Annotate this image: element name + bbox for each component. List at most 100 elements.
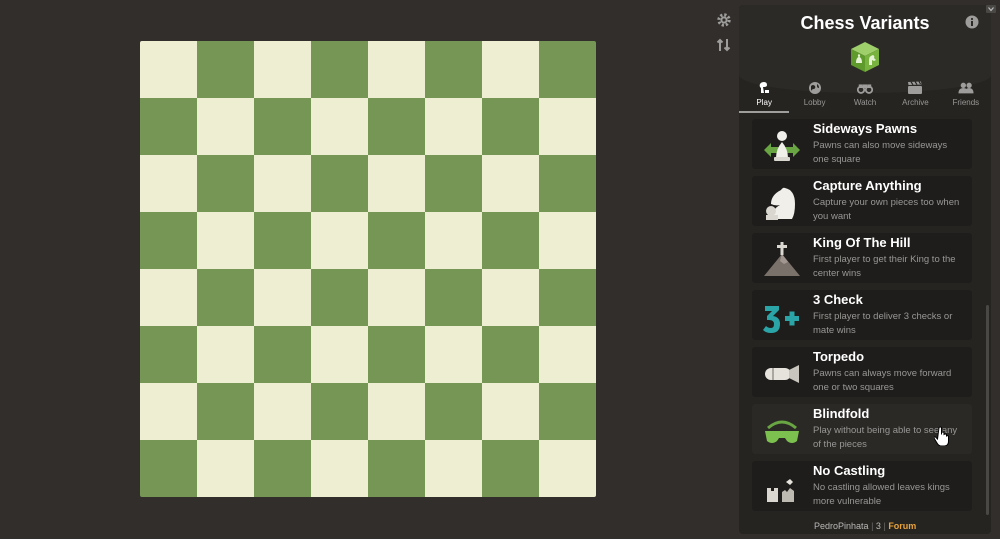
board-square[interactable] — [254, 326, 311, 383]
knight-capture-icon — [762, 183, 802, 223]
torpedo-icon — [762, 354, 802, 394]
sideways-pawn-icon — [762, 126, 802, 166]
board-square[interactable] — [311, 155, 368, 212]
board-square[interactable] — [197, 383, 254, 440]
footer-separator: | — [883, 521, 886, 531]
board-square[interactable] — [425, 98, 482, 155]
board-square[interactable] — [197, 212, 254, 269]
board-square[interactable] — [368, 98, 425, 155]
board-square[interactable] — [197, 98, 254, 155]
tab-play[interactable]: Play — [739, 80, 790, 113]
settings-gear-icon[interactable] — [714, 10, 734, 30]
board-square[interactable] — [425, 155, 482, 212]
chess-board[interactable] — [140, 41, 596, 497]
board-square[interactable] — [539, 212, 596, 269]
friends-icon — [958, 80, 974, 96]
board-square[interactable] — [368, 41, 425, 98]
board-square[interactable] — [539, 98, 596, 155]
tab-archive[interactable]: Archive — [890, 80, 940, 110]
hand-pointer-cursor-icon — [933, 426, 950, 451]
board-square[interactable] — [539, 269, 596, 326]
board-square[interactable] — [254, 383, 311, 440]
board-square[interactable] — [482, 269, 539, 326]
board-square[interactable] — [311, 212, 368, 269]
pawn-play-icon — [756, 80, 772, 96]
globe-icon — [807, 80, 823, 96]
variant-card-sideways-pawns[interactable]: Sideways Pawns Pawns can also move sidew… — [752, 119, 972, 169]
tab-friends[interactable]: Friends — [941, 80, 991, 110]
nav-tabs: Play Lobby Watch Archive Friends — [739, 80, 991, 113]
board-square[interactable] — [311, 269, 368, 326]
board-square[interactable] — [368, 155, 425, 212]
board-square[interactable] — [140, 440, 197, 497]
board-square[interactable] — [539, 41, 596, 98]
info-icon[interactable] — [965, 15, 979, 29]
board-square[interactable] — [254, 440, 311, 497]
board-square[interactable] — [254, 41, 311, 98]
collapse-chevron-icon[interactable] — [986, 0, 996, 13]
board-square[interactable] — [197, 41, 254, 98]
board-square[interactable] — [539, 155, 596, 212]
variants-dice-logo-icon — [849, 41, 881, 73]
board-square[interactable] — [425, 440, 482, 497]
board-square[interactable] — [254, 269, 311, 326]
board-square[interactable] — [539, 326, 596, 383]
panel-title: Chess Variants — [800, 13, 930, 33]
board-square[interactable] — [482, 212, 539, 269]
footer-count: 3 — [875, 521, 881, 531]
board-square[interactable] — [425, 383, 482, 440]
board-square[interactable] — [140, 41, 197, 98]
variant-card-torpedo[interactable]: Torpedo Pawns can always move forward on… — [752, 347, 972, 397]
board-square[interactable] — [311, 98, 368, 155]
board-square[interactable] — [140, 98, 197, 155]
binoculars-icon — [857, 80, 874, 96]
board-square[interactable] — [482, 98, 539, 155]
board-square[interactable] — [539, 440, 596, 497]
variant-card-3-check[interactable]: 3 Check First player to deliver 3 checks… — [752, 290, 972, 340]
board-square[interactable] — [482, 440, 539, 497]
board-square[interactable] — [197, 269, 254, 326]
board-square[interactable] — [425, 269, 482, 326]
board-square[interactable] — [140, 383, 197, 440]
board-square[interactable] — [539, 383, 596, 440]
board-square[interactable] — [140, 212, 197, 269]
board-square[interactable] — [368, 269, 425, 326]
forum-link[interactable]: Forum — [888, 521, 916, 531]
board-square[interactable] — [368, 326, 425, 383]
board-square[interactable] — [482, 155, 539, 212]
tab-watch[interactable]: Watch — [840, 80, 890, 110]
variant-card-no-castling[interactable]: No Castling No castling allowed leaves k… — [752, 461, 972, 511]
board-square[interactable] — [140, 269, 197, 326]
variants-list: Sideways Pawns Pawns can also move sidew… — [752, 119, 972, 518]
board-square[interactable] — [311, 440, 368, 497]
board-square[interactable] — [254, 155, 311, 212]
board-square[interactable] — [368, 212, 425, 269]
board-square[interactable] — [425, 41, 482, 98]
board-square[interactable] — [254, 212, 311, 269]
board-square[interactable] — [140, 155, 197, 212]
board-square[interactable] — [425, 212, 482, 269]
tab-lobby[interactable]: Lobby — [789, 80, 839, 110]
board-square[interactable] — [482, 383, 539, 440]
board-square[interactable] — [197, 155, 254, 212]
board-square[interactable] — [197, 326, 254, 383]
flip-board-icon[interactable] — [714, 35, 734, 55]
board-square[interactable] — [482, 326, 539, 383]
variants-scrollbar[interactable] — [986, 305, 989, 515]
board-square[interactable] — [254, 98, 311, 155]
board-square[interactable] — [482, 41, 539, 98]
board-tools — [714, 10, 734, 60]
hill-king-icon — [762, 240, 802, 280]
footer-username[interactable]: PedroPinhata — [814, 521, 869, 531]
board-square[interactable] — [368, 440, 425, 497]
board-square[interactable] — [425, 326, 482, 383]
variant-card-capture-anything[interactable]: Capture Anything Capture your own pieces… — [752, 176, 972, 226]
variants-panel: Chess Variants Play Lobby Watch Archive … — [739, 5, 991, 534]
board-square[interactable] — [197, 440, 254, 497]
variant-card-king-of-the-hill[interactable]: King Of The Hill First player to get the… — [752, 233, 972, 283]
board-square[interactable] — [311, 326, 368, 383]
board-square[interactable] — [368, 383, 425, 440]
board-square[interactable] — [311, 383, 368, 440]
board-square[interactable] — [140, 326, 197, 383]
board-square[interactable] — [311, 41, 368, 98]
